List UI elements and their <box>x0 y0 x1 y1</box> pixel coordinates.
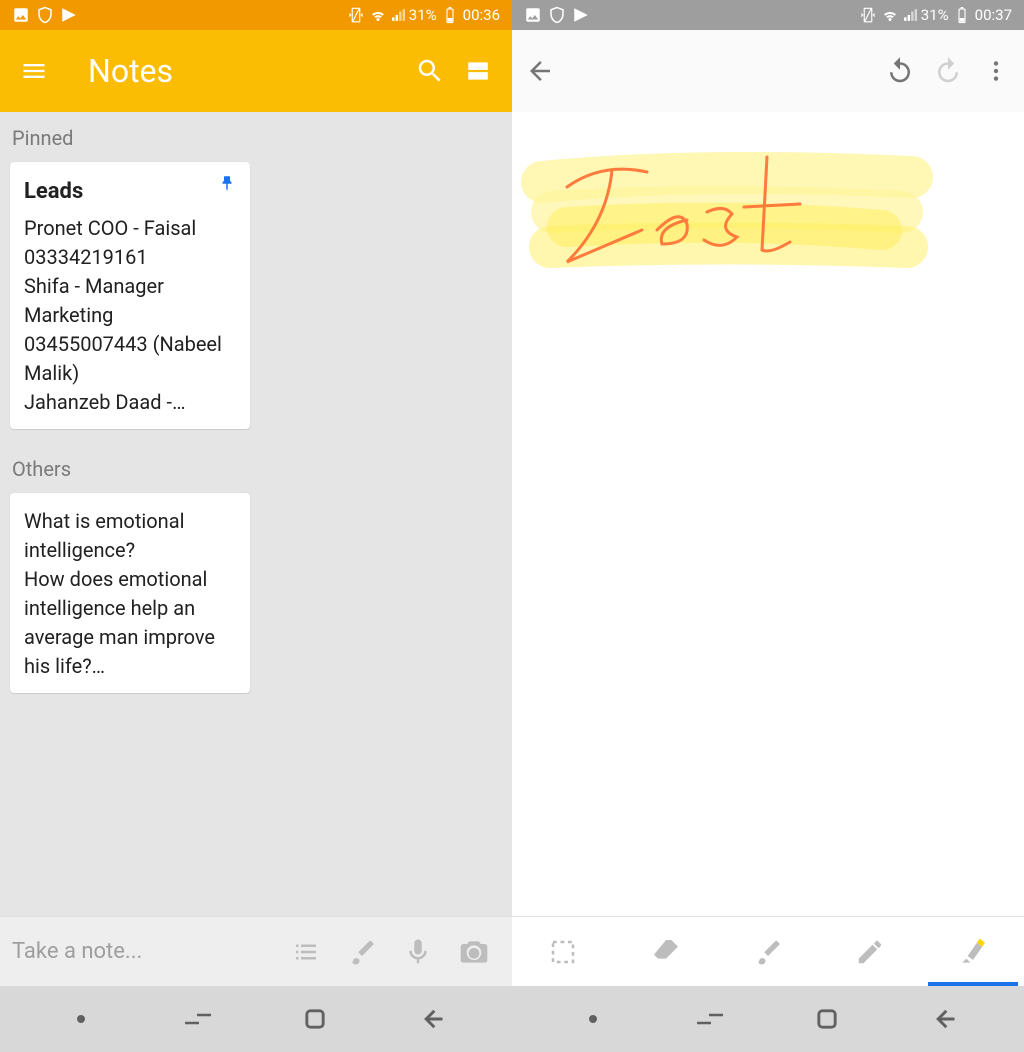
note-title: Leads <box>24 176 236 208</box>
drawing-app-bar <box>512 30 1024 112</box>
play-icon <box>572 6 590 24</box>
shield-icon <box>36 6 54 24</box>
time-text: 00:36 <box>463 6 500 24</box>
search-button[interactable] <box>406 47 454 95</box>
drawing-toolbar <box>512 916 1024 986</box>
status-bar: 31% 00:36 <box>0 0 512 30</box>
wifi-icon <box>369 6 387 24</box>
mic-icon <box>403 937 433 967</box>
arrow-back-icon <box>525 56 555 86</box>
list-icon <box>291 937 321 967</box>
pen-tool[interactable] <box>819 917 921 986</box>
vibrate-icon <box>347 6 365 24</box>
drawing-content <box>512 112 1024 412</box>
new-photo-button[interactable] <box>446 928 502 976</box>
camera-icon <box>458 936 490 968</box>
vibrate-icon <box>859 6 877 24</box>
take-note-input[interactable]: Take a note... <box>12 939 278 964</box>
shield-icon <box>548 6 566 24</box>
more-vert-icon <box>983 58 1009 84</box>
new-voice-button[interactable] <box>390 928 446 976</box>
selection-icon <box>548 937 578 967</box>
redo-button[interactable] <box>924 47 972 95</box>
battery-icon <box>441 6 459 24</box>
battery-icon <box>953 6 971 24</box>
redo-icon <box>933 56 963 86</box>
page-title: Notes <box>88 52 406 90</box>
drawing-canvas[interactable] <box>512 112 1024 916</box>
nav-bar <box>0 986 512 1052</box>
view-toggle-button[interactable] <box>454 47 502 95</box>
pen-icon <box>855 937 885 967</box>
pin-icon <box>218 172 236 194</box>
note-body: Pronet COO - Faisal 03334219161 Shifa - … <box>24 214 236 417</box>
note-body: What is emotional intelligence? How does… <box>24 507 236 681</box>
nav-home[interactable] <box>797 1005 857 1033</box>
back-icon <box>929 1005 959 1033</box>
overflow-button[interactable] <box>972 47 1020 95</box>
nav-assistant[interactable] <box>563 1014 623 1024</box>
recents-icon <box>183 1007 213 1031</box>
home-icon <box>301 1005 329 1033</box>
eraser-tool[interactable] <box>614 917 716 986</box>
recents-icon <box>695 1007 725 1031</box>
notes-list-screen: 31% 00:36 Notes Pinned Leads Pronet COO … <box>0 0 512 1052</box>
view-agenda-icon <box>465 58 491 84</box>
brush-icon <box>347 937 377 967</box>
others-section-label: Others <box>10 429 502 493</box>
drawing-screen: 31% 00:37 <box>512 0 1024 1052</box>
pinned-section-label: Pinned <box>10 112 502 162</box>
undo-icon <box>885 56 915 86</box>
brush-tool[interactable] <box>717 917 819 986</box>
notes-content: Pinned Leads Pronet COO - Faisal 0333421… <box>0 112 512 916</box>
highlighter-tool[interactable] <box>922 917 1024 986</box>
nav-recents[interactable] <box>680 1007 740 1031</box>
nav-recents[interactable] <box>168 1007 228 1031</box>
time-text: 00:37 <box>975 6 1012 24</box>
eraser-icon <box>650 936 682 968</box>
highlighter-icon <box>957 936 989 968</box>
nav-back[interactable] <box>914 1005 974 1033</box>
play-icon <box>60 6 78 24</box>
signal-icon <box>903 8 917 22</box>
battery-text: 31% <box>409 6 437 24</box>
image-icon <box>524 6 542 24</box>
select-tool[interactable] <box>512 917 614 986</box>
back-icon <box>417 1005 447 1033</box>
wifi-icon <box>881 6 899 24</box>
undo-button[interactable] <box>876 47 924 95</box>
status-bar: 31% 00:37 <box>512 0 1024 30</box>
home-icon <box>813 1005 841 1033</box>
hamburger-icon <box>20 57 48 85</box>
signal-icon <box>391 8 405 22</box>
brush-icon <box>753 937 783 967</box>
note-card-other[interactable]: What is emotional intelligence? How does… <box>10 493 250 693</box>
app-bar: Notes <box>0 30 512 112</box>
image-icon <box>12 6 30 24</box>
dot-icon <box>76 1014 86 1024</box>
search-icon <box>415 56 445 86</box>
battery-text: 31% <box>921 6 949 24</box>
new-note-bar: Take a note... <box>0 916 512 986</box>
nav-back[interactable] <box>402 1005 462 1033</box>
new-list-button[interactable] <box>278 928 334 976</box>
nav-assistant[interactable] <box>51 1014 111 1024</box>
note-card-pinned[interactable]: Leads Pronet COO - Faisal 03334219161 Sh… <box>10 162 250 429</box>
menu-button[interactable] <box>10 47 58 95</box>
nav-home[interactable] <box>285 1005 345 1033</box>
back-button[interactable] <box>516 47 564 95</box>
new-drawing-button[interactable] <box>334 928 390 976</box>
nav-bar <box>512 986 1024 1052</box>
dot-icon <box>588 1014 598 1024</box>
